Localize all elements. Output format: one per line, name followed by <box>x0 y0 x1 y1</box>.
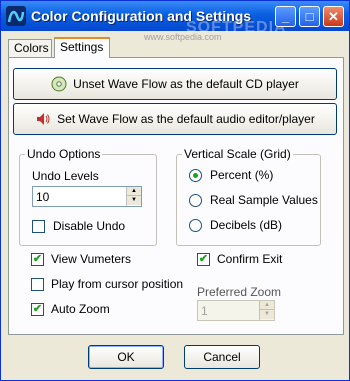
tab-settings[interactable]: Settings <box>54 37 110 58</box>
maximize-button[interactable]: □ <box>299 6 320 27</box>
settings-panel: Unset Wave Flow as the default CD player… <box>8 57 344 335</box>
radio-selected-dot <box>193 173 198 178</box>
up-arrow-icon[interactable]: ▲ <box>127 187 141 196</box>
minimize-button[interactable]: _ <box>275 6 296 27</box>
cancel-button[interactable]: Cancel <box>184 345 260 369</box>
set-audio-editor-button[interactable]: Set Wave Flow as the default audio edito… <box>13 103 337 135</box>
preferred-zoom-value: 1 <box>201 304 208 318</box>
down-arrow-icon: ▼ <box>260 310 274 319</box>
auto-zoom-label: Auto Zoom <box>51 302 110 316</box>
disable-undo-label: Disable Undo <box>53 219 126 233</box>
preferred-zoom-stepper: 1 ▲ ▼ <box>197 300 275 321</box>
vertical-scale-group: Vertical Scale (Grid) Percent (%) Real S… <box>176 147 321 246</box>
decibels-label: Decibels (dB) <box>210 218 283 232</box>
real-sample-values-radio[interactable] <box>189 194 202 207</box>
preferred-zoom-arrows: ▲ ▼ <box>259 301 274 320</box>
preferred-zoom-label: Preferred Zoom <box>197 285 282 299</box>
undo-levels-value: 10 <box>36 190 50 204</box>
up-arrow-icon: ▲ <box>260 301 274 310</box>
cd-icon <box>51 76 67 92</box>
ok-button[interactable]: OK <box>88 345 164 369</box>
auto-zoom-checkbox[interactable]: ✔ <box>31 303 44 316</box>
percent-label: Percent (%) <box>210 168 274 182</box>
tab-colors[interactable]: Colors <box>8 39 52 57</box>
unset-cd-player-label: Unset Wave Flow as the default CD player <box>73 77 299 91</box>
percent-radio[interactable] <box>189 169 202 182</box>
undo-levels-arrows: ▲ ▼ <box>126 187 141 206</box>
undo-levels-label: Undo Levels <box>32 169 99 183</box>
wave-flow-app-icon <box>6 6 26 26</box>
view-vumeters-label: View Vumeters <box>51 252 132 266</box>
undo-options-title: Undo Options <box>25 147 103 161</box>
close-button[interactable]: ✕ <box>323 6 344 27</box>
undo-levels-stepper[interactable]: 10 ▲ ▼ <box>32 186 142 207</box>
confirm-exit-checkbox[interactable]: ✔ <box>197 253 210 266</box>
vertical-scale-title: Vertical Scale (Grid) <box>182 147 293 161</box>
real-sample-values-label: Real Sample Values <box>210 193 318 207</box>
view-vumeters-checkbox[interactable]: ✔ <box>31 253 44 266</box>
unset-cd-player-button[interactable]: Unset Wave Flow as the default CD player <box>13 68 337 100</box>
undo-options-group: Undo Options Undo Levels 10 ▲ ▼ Disable … <box>19 147 157 246</box>
set-audio-editor-label: Set Wave Flow as the default audio edito… <box>57 112 315 126</box>
down-arrow-icon[interactable]: ▼ <box>127 196 141 205</box>
title-bar[interactable]: Color Configuration and Settings SOFTPED… <box>1 1 349 36</box>
decibels-radio[interactable] <box>189 219 202 232</box>
watermark-url: www.softpedia.com <box>144 32 222 42</box>
play-from-cursor-checkbox[interactable] <box>31 278 44 291</box>
speaker-icon <box>37 113 50 125</box>
settings-window: Color Configuration and Settings SOFTPED… <box>0 0 350 381</box>
disable-undo-checkbox[interactable] <box>32 220 45 233</box>
confirm-exit-label: Confirm Exit <box>217 252 283 266</box>
play-from-cursor-label: Play from cursor position <box>51 277 184 291</box>
